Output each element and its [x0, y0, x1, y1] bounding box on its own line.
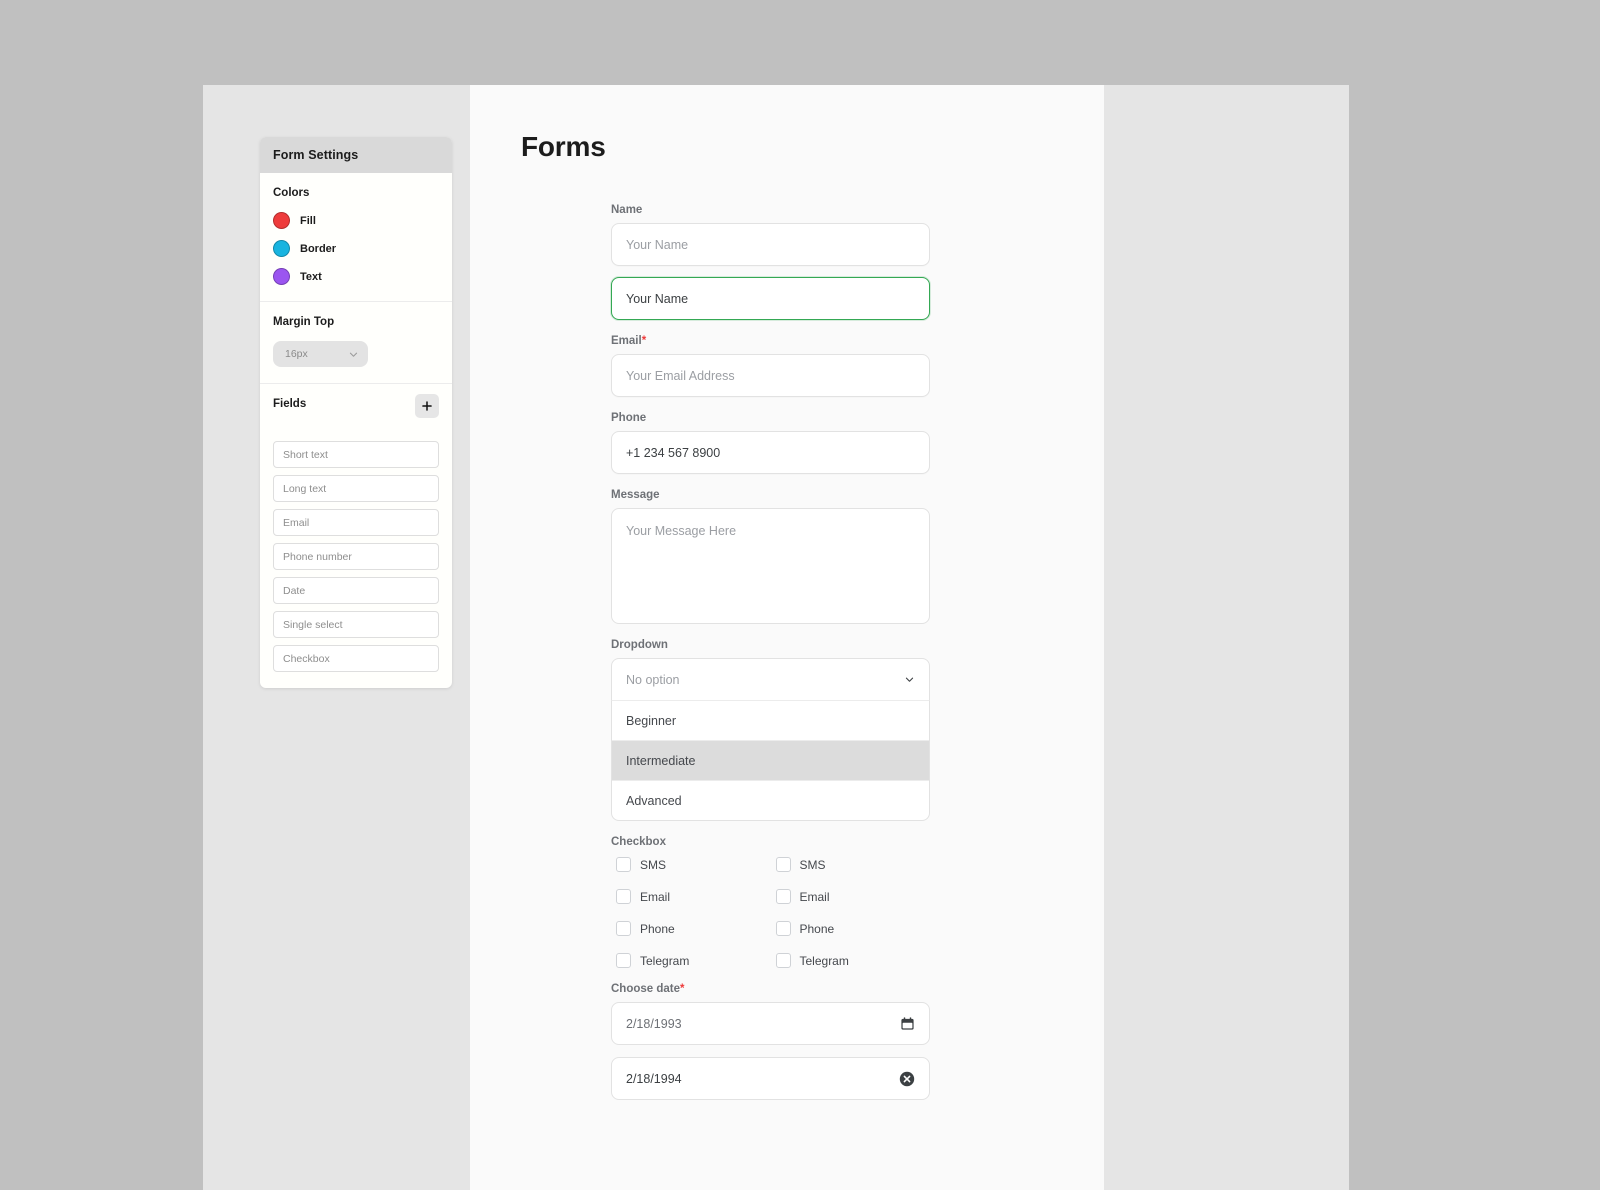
checkbox-label: Email: [640, 889, 671, 904]
dropdown-option-intermediate[interactable]: Intermediate: [612, 741, 929, 781]
checkbox-item-email-right[interactable]: Email: [771, 889, 931, 904]
color-swatch-fill[interactable]: [273, 212, 290, 229]
right-pane: [1104, 85, 1349, 1190]
color-label-fill: Fill: [300, 214, 316, 227]
clear-circle-icon[interactable]: [899, 1071, 915, 1087]
fields-header: Fields: [273, 394, 439, 423]
fields-section-title: Fields: [273, 398, 307, 410]
checkbox-box[interactable]: [616, 921, 631, 936]
date-value-second: 2/18/1994: [626, 1071, 682, 1086]
form: Name Your Name Your Name Email* Your Ema…: [611, 204, 930, 1100]
choose-date-required-mark: *: [680, 983, 685, 995]
field-type-email[interactable]: Email: [273, 509, 439, 536]
margin-top-select[interactable]: 16px: [273, 341, 368, 367]
color-label-text: Text: [300, 270, 322, 283]
field-type-checkbox[interactable]: Checkbox: [273, 645, 439, 672]
field-type-date[interactable]: Date: [273, 577, 439, 604]
color-row-fill[interactable]: Fill: [273, 212, 439, 229]
fields-section: Fields Short text Long text Email Phone …: [260, 384, 452, 688]
checkbox-item-email-left[interactable]: Email: [611, 889, 771, 904]
name-input-focused[interactable]: Your Name: [611, 277, 930, 320]
checkbox-grid: SMS SMS Email Email Phone Phone Telegram…: [611, 857, 930, 968]
checkbox-box[interactable]: [775, 889, 791, 904]
checkbox-box[interactable]: [775, 953, 791, 968]
main-content: Forms Name Your Name Your Name Email* Yo…: [470, 85, 1104, 1190]
checkbox-label: Phone: [799, 921, 835, 936]
dropdown-label: Dropdown: [611, 639, 668, 651]
name-label: Name: [611, 204, 643, 216]
field-type-long-text[interactable]: Long text: [273, 475, 439, 502]
color-swatch-border[interactable]: [273, 240, 290, 257]
page-title: Forms: [521, 131, 606, 162]
date-input-second[interactable]: 2/18/1994: [611, 1057, 930, 1100]
email-required-mark: *: [641, 335, 647, 347]
email-input[interactable]: Your Email Address: [611, 354, 930, 397]
add-field-button[interactable]: [415, 394, 439, 418]
checkbox-group-label: Checkbox: [611, 836, 666, 848]
colors-section-title: Colors: [273, 187, 310, 199]
checkbox-item-telegram-left[interactable]: Telegram: [611, 953, 771, 968]
phone-label: Phone: [611, 412, 647, 424]
name-input[interactable]: Your Name: [611, 223, 930, 266]
checkbox-label: SMS: [799, 857, 826, 872]
calendar-icon[interactable]: [900, 1016, 915, 1031]
checkbox-label: Phone: [640, 921, 675, 936]
margin-top-section: Margin Top 16px: [260, 302, 452, 384]
checkbox-box[interactable]: [616, 889, 631, 904]
email-label-text: Email: [611, 335, 642, 347]
dropdown-select[interactable]: No option: [611, 658, 930, 701]
message-textarea[interactable]: Your Message Here: [611, 508, 930, 624]
field-type-phone-number[interactable]: Phone number: [273, 543, 439, 570]
dropdown-selected-value: No option: [626, 672, 680, 687]
checkbox-item-sms-left[interactable]: SMS: [611, 857, 771, 872]
checkbox-item-telegram-right[interactable]: Telegram: [771, 953, 931, 968]
margin-top-value: 16px: [285, 348, 308, 360]
plus-icon: [422, 401, 432, 411]
message-label: Message: [611, 489, 660, 501]
app-frame: Form Settings Colors Fill Border Text Ma…: [203, 85, 1349, 1190]
checkbox-box[interactable]: [775, 857, 791, 872]
field-type-short-text[interactable]: Short text: [273, 441, 439, 468]
field-type-single-select[interactable]: Single select: [273, 611, 439, 638]
checkbox-label: SMS: [640, 857, 667, 872]
colors-section: Colors Fill Border Text: [260, 173, 452, 302]
dropdown-option-beginner[interactable]: Beginner: [612, 701, 929, 741]
checkbox-label: Email: [799, 889, 830, 904]
choose-date-label: Choose date*: [611, 983, 930, 995]
checkbox-label: Telegram: [640, 953, 690, 968]
chevron-down-icon: [905, 677, 914, 682]
email-label: Email*: [611, 335, 930, 347]
color-row-text[interactable]: Text: [273, 268, 439, 285]
panel-title: Form Settings: [260, 137, 452, 173]
checkbox-label: Telegram: [799, 953, 849, 968]
checkbox-box[interactable]: [775, 921, 791, 936]
sidebar: Form Settings Colors Fill Border Text Ma…: [203, 85, 470, 1190]
checkbox-item-sms-right[interactable]: SMS: [771, 857, 931, 872]
margin-top-section-title: Margin Top: [273, 316, 335, 328]
color-swatch-text[interactable]: [273, 268, 290, 285]
color-label-border: Border: [300, 242, 337, 255]
date-input-first[interactable]: 2/18/1993: [611, 1002, 930, 1045]
dropdown-option-list: Beginner Intermediate Advanced: [611, 701, 930, 821]
date-value-first: 2/18/1993: [626, 1016, 682, 1031]
chevron-down-icon: [349, 352, 358, 357]
color-row-border[interactable]: Border: [273, 240, 439, 257]
phone-input[interactable]: +1 234 567 8900: [611, 431, 930, 474]
checkbox-item-phone-left[interactable]: Phone: [611, 921, 771, 936]
form-settings-panel: Form Settings Colors Fill Border Text Ma…: [260, 137, 452, 688]
field-type-list: Short text Long text Email Phone number …: [273, 441, 439, 672]
choose-date-label-text: Choose date: [611, 983, 681, 995]
checkbox-item-phone-right[interactable]: Phone: [771, 921, 931, 936]
dropdown-option-advanced[interactable]: Advanced: [612, 781, 929, 820]
checkbox-box[interactable]: [616, 857, 631, 872]
checkbox-box[interactable]: [616, 953, 631, 968]
